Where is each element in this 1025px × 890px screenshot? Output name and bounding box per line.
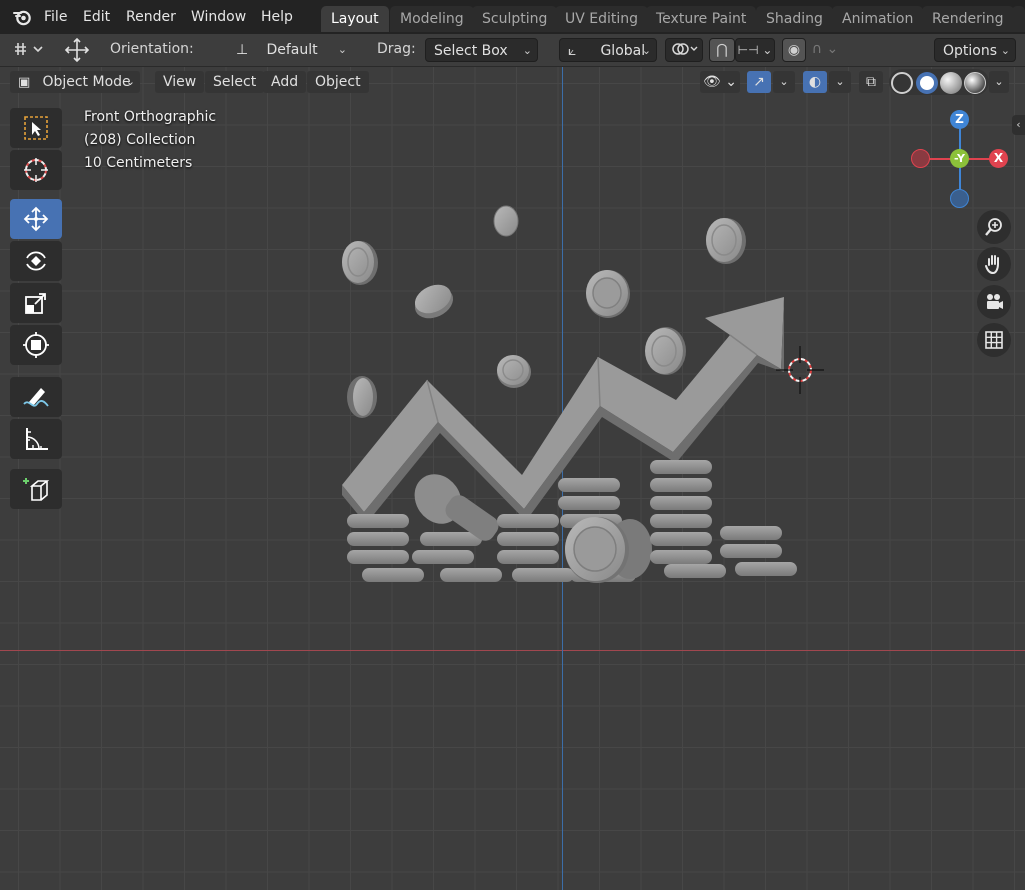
falloff-curve-icon: ∩ ⌄ [811,41,839,57]
pivot-point-dropdown[interactable] [665,38,703,62]
navigation-gizmo[interactable]: Z X -Y [900,107,1020,217]
menu-file[interactable]: File [37,6,74,28]
chevron-down-icon: ⌄ [522,44,532,57]
proportional-edit-toggle[interactable]: ◉ [782,38,806,62]
tab-shading[interactable]: Shading [756,6,833,32]
3d-viewport[interactable]: ▣ Object Mode ⌄ View Select Add Object 👁… [0,67,1025,890]
coin-stacks [347,460,797,583]
chevron-down-icon: ⌄ [1000,44,1010,57]
gizmo-x-axis[interactable]: X [989,149,1008,168]
gizmo-z-axis[interactable]: Z [950,110,969,129]
falloff-dropdown[interactable]: ∩ ⌄ [806,38,844,62]
falling-coins [342,205,746,418]
snap-target-dropdown[interactable]: ⊢⊣ ⌄ [735,38,775,62]
gizmo-neg-y-axis[interactable]: -Y [950,149,969,168]
tab-sculpting[interactable]: Sculpting [472,6,558,32]
menu-render[interactable]: Render [119,6,183,28]
gizmo-neg-x-axis[interactable] [911,149,930,168]
menu-window[interactable]: Window [184,6,253,28]
tab-modeling[interactable]: Modeling [390,6,474,32]
grid-icon [985,331,1003,349]
menu-edit[interactable]: Edit [76,6,117,28]
orientation-label: Orientation: [110,41,194,57]
tab-layout[interactable]: Layout [321,6,389,32]
transform-orientation-dropdown[interactable]: ⟀ Global ⌄ [559,38,657,62]
zoom-icon [985,218,1002,236]
tab-rendering[interactable]: Rendering [922,6,1014,32]
menu-help[interactable]: Help [254,6,300,28]
camera-view-button[interactable] [977,285,1011,319]
options-dropdown[interactable]: Options ⌄ [934,38,1016,62]
camera-icon [987,294,1003,309]
options-label: Options [943,43,998,59]
chevron-down-icon: ⌄ [641,44,651,57]
orientation-value: Default [266,42,318,58]
tool-options-dropdown[interactable] [10,38,48,62]
transform-orientation-value: Global [600,43,646,59]
drag-dropdown[interactable]: Select Box ⌄ [425,38,538,62]
orientation-axes-icon: ⟀ [568,43,577,59]
magnet-icon: ⋂ [716,42,728,58]
orientation-dropdown[interactable]: ⊥ Default ⌄ [228,38,352,62]
drag-value: Select Box [434,43,508,59]
tab-animation[interactable]: Animation [832,6,924,32]
tab-overflow[interactable] [1012,6,1025,32]
blender-logo-icon[interactable] [12,7,32,27]
coins-arrow-model[interactable] [0,67,1025,890]
gizmo-neg-z-axis[interactable] [950,189,969,208]
snap-increment-icon: ⊢⊣ ⌄ [737,43,773,57]
pan-button[interactable] [977,247,1011,281]
tool-settings-bar: Orientation: ⊥ Default ⌄ Drag: Select Bo… [0,34,1025,67]
proportional-edit-icon: ◉ [787,42,801,58]
pan-hand-icon [985,255,999,275]
chevron-down-icon: ⌄ [337,43,347,56]
top-menu-bar: File Edit Render Window Help Layout Mode… [0,0,1025,34]
pivot-icon: ⊥ [236,42,249,58]
tool-grid-icon [15,43,43,55]
tab-texture-paint[interactable]: Texture Paint [646,6,757,32]
drag-label: Drag: [377,41,416,57]
snap-toggle[interactable]: ⋂ [709,38,735,62]
tab-uv-editing[interactable]: UV Editing [555,6,649,32]
perspective-toggle-button[interactable] [977,323,1011,357]
pivot-point-icon [672,43,698,55]
zoom-button[interactable] [977,210,1011,244]
move-tool-indicator-icon [62,37,92,63]
